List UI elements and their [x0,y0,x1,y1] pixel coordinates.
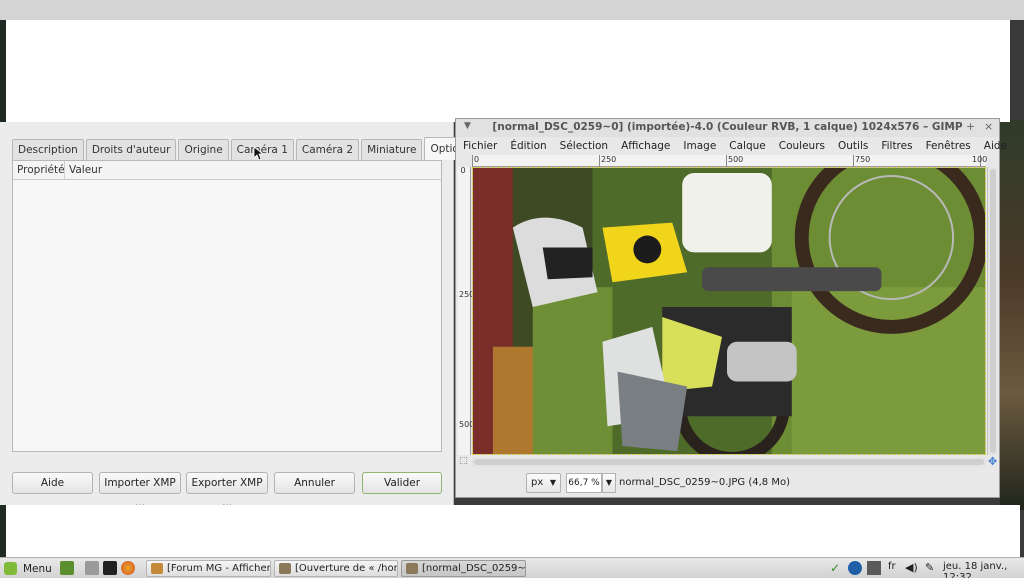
keyboard-layout[interactable]: fr [888,561,896,576]
menu-view[interactable]: Affichage [614,138,676,154]
maximize-icon[interactable]: + [966,120,975,133]
hp-icon[interactable] [848,561,862,575]
tab-description[interactable]: Description [12,139,84,160]
clock[interactable]: jeu. 18 janv., 12:32 [943,561,1024,578]
cancel-button[interactable]: Annuler [274,472,355,494]
column-property[interactable]: Propriété [13,161,65,179]
window-title: [normal_DSC_0259~0] (importée)-4.0 (Coul… [492,121,963,133]
blank-area-bottom [6,505,1020,557]
menu-tools[interactable]: Outils [831,138,874,154]
tab-thumbnail[interactable]: Miniature [361,139,423,160]
minimize-icon[interactable]: – [950,120,956,133]
menu-colors[interactable]: Couleurs [772,138,831,154]
table-header: Propriété Valeur [13,161,441,180]
blank-area-top [6,20,1010,122]
menu-layer[interactable]: Calque [722,138,771,154]
motorcycle-photo [472,167,986,455]
files-icon[interactable] [85,561,99,575]
menu-select[interactable]: Sélection [553,138,614,154]
ruler-tick [599,155,600,167]
firefox-icon[interactable] [121,561,135,575]
pen-icon[interactable]: ✎ [925,561,939,575]
task-open-dialog[interactable]: [Ouverture de « /hom... [274,560,398,577]
menu-button[interactable]: Menu [4,560,52,577]
gimp-icon [406,563,418,574]
import-xmp-button[interactable]: Importer XMP ... [99,472,181,509]
unit-value: px [531,477,544,488]
vertical-scrollbar[interactable] [987,167,997,455]
validate-button[interactable]: Valider [362,472,442,494]
unit-select[interactable]: px ▼ [526,473,561,493]
show-desktop-icon[interactable] [60,561,74,575]
desktop-background-right [1000,120,1024,510]
task-gimp-image[interactable]: [normal_DSC_0259~0... [401,560,526,577]
vertical-ruler[interactable]: 0 250 500 [458,166,475,455]
ruler-label: 500 [728,155,744,164]
file-info: normal_DSC_0259~0.JPG (4,8 Mo) [619,477,790,488]
property-table[interactable]: Propriété Valeur [12,160,442,452]
gimp-window: ▼ [normal_DSC_0259~0] (importée)-4.0 (Co… [455,118,1007,498]
ruler-label: 0 [474,155,480,164]
dialog-buttons: Aide Importer XMP ... Exporter XMP ... A… [12,472,444,509]
chevron-down-icon: ▼ [605,478,613,487]
terminal-icon[interactable] [103,561,117,575]
task-label: [Ouverture de « /hom... [295,563,397,574]
zoom-input[interactable]: 66,7 % [566,473,602,493]
close-icon[interactable]: × [984,120,993,133]
gimp-statusbar: px ▼ 66,7 % ▼ normal_DSC_0259~0.JPG (4,8 … [456,471,999,495]
firefox-icon [151,563,163,574]
menu-edit[interactable]: Édition [503,138,552,154]
ruler-tick [726,155,727,167]
tab-copyright[interactable]: Droits d'auteur [85,139,177,160]
metadata-dialog: Description Droits d'auteur Origine Camé… [0,122,531,509]
scroll-thumb[interactable] [990,169,996,453]
menu-filters[interactable]: Filtres [874,138,918,154]
tab-origin[interactable]: Origine [178,139,229,160]
network-icon[interactable] [867,561,881,575]
shield-check-icon[interactable]: ✓ [830,561,844,575]
gimp-titlebar[interactable]: ▼ [normal_DSC_0259~0] (importée)-4.0 (Co… [456,119,999,137]
menu-help[interactable]: Aide [977,138,1013,154]
menu-windows[interactable]: Fenêtres [919,138,977,154]
help-button[interactable]: Aide [12,472,93,494]
tab-camera-2[interactable]: Caméra 2 [295,139,360,160]
quick-mask-icon[interactable]: ⬚ [459,456,468,466]
column-value[interactable]: Valeur [65,161,441,179]
horizontal-ruler[interactable]: 0 250 500 750 100 [472,155,988,167]
top-strip [0,0,1024,20]
task-label: [Forum MG - Afficher... [167,563,271,574]
navigate-icon[interactable]: ✥ [988,455,1000,468]
ruler-tick [472,155,473,167]
ruler-label: 750 [855,155,871,164]
task-label: [normal_DSC_0259~0... [422,563,526,574]
gimp-menubar: Fichier Édition Sélection Affichage Imag… [456,138,1007,154]
menu-label: Menu [23,562,52,575]
ruler-label: 100 [972,155,988,164]
mint-menu-icon [4,562,17,575]
ruler-label: 250 [601,155,617,164]
horizontal-scrollbar[interactable] [472,457,986,467]
menu-image[interactable]: Image [676,138,722,154]
task-forum[interactable]: [Forum MG - Afficher... [146,560,271,577]
image-canvas[interactable] [472,167,986,455]
ruler-label: 250 [459,290,475,299]
chevron-down-icon: ▼ [549,478,556,487]
menu-file[interactable]: Fichier [456,138,503,154]
ruler-label: 500 [459,420,475,429]
scroll-thumb[interactable] [474,459,984,465]
cursor-icon [253,146,263,161]
volume-icon[interactable]: ◀) [905,561,919,575]
export-xmp-button[interactable]: Exporter XMP ... [186,472,268,509]
ruler-tick [853,155,854,167]
ruler-label: 0 [460,166,466,175]
zoom-dropdown[interactable]: ▼ [602,473,616,493]
gimp-icon [279,563,291,574]
taskbar: Menu [Forum MG - Afficher... [Ouverture … [0,557,1024,578]
